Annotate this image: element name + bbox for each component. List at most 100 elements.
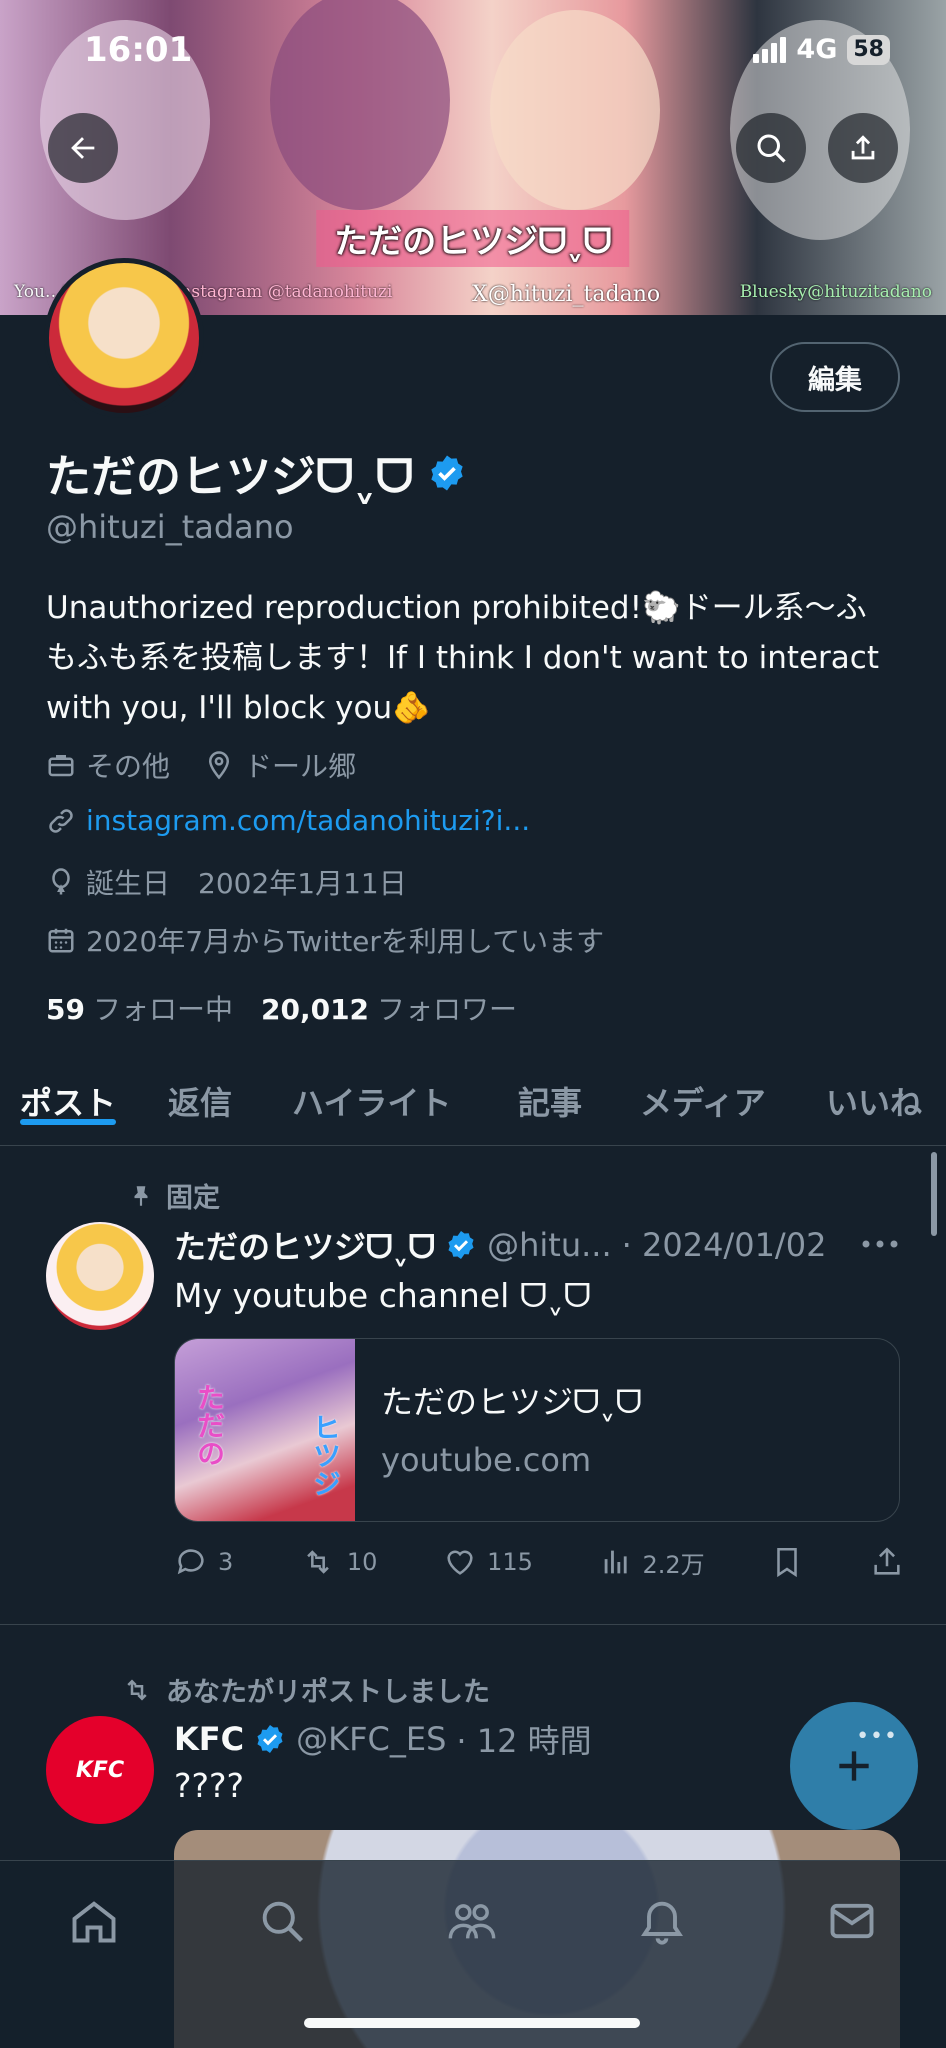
link-preview-card[interactable]: ただの ヒツジ ただのヒツジᗜˬᗜ youtube.com: [174, 1338, 900, 1522]
following-link[interactable]: 59 フォロー中: [46, 988, 233, 1028]
status-time: 16:01: [84, 30, 193, 70]
tab-media[interactable]: メディア: [640, 1060, 766, 1124]
profile-meta-row: その他 ドール郷: [46, 745, 356, 785]
nav-messages[interactable]: [822, 1891, 882, 1951]
heart-icon: [447, 1550, 473, 1575]
bookmark-icon[interactable]: [770, 1545, 804, 1579]
plus-icon: [839, 1751, 869, 1781]
back-button[interactable]: [48, 113, 118, 183]
profile-birthday-row: 誕生日 2002年1月11日: [46, 862, 407, 902]
profile-website-link[interactable]: instagram.com/tadanohituzi?i...: [86, 804, 530, 837]
repost-author-handle: @KFC_ES: [296, 1720, 447, 1758]
profile-website-row[interactable]: instagram.com/tadanohituzi?i...: [46, 804, 530, 837]
share-icon: [851, 135, 875, 160]
repost-icon: [127, 1678, 147, 1701]
verified-badge-icon[interactable]: [427, 453, 467, 493]
repost-button[interactable]: 10: [299, 1545, 378, 1579]
nav-search[interactable]: [252, 1891, 312, 1951]
pinned-indicator: 固定: [128, 1176, 220, 1215]
pin-icon: [134, 1185, 148, 1206]
followers-count: 20,012: [260, 993, 370, 1026]
post-avatar[interactable]: [46, 1222, 154, 1330]
profile-avatar[interactable]: [44, 258, 204, 418]
profile-location: ドール郷: [244, 750, 357, 783]
banner-handle-bluesky: Bluesky@hituzitadano: [739, 282, 932, 302]
briefcase-icon: [48, 755, 74, 777]
post-date: · 2024/01/02: [621, 1226, 827, 1264]
tab-highlights[interactable]: ハイライト: [292, 1060, 451, 1124]
repost-indicator: あなたがリポストしました: [120, 1670, 490, 1709]
profile-tabs: ポスト 返信 ハイライト 記事 メディア いいね: [0, 1060, 946, 1146]
followers-link[interactable]: 20,012 フォロワー: [261, 988, 517, 1028]
profile-joined: 2020年7月からTwitterを利用しています: [86, 925, 605, 958]
profile-handle: @hituzi_tadano: [46, 508, 294, 546]
bell-icon: [641, 1901, 683, 1945]
communities-icon: [448, 1904, 496, 1939]
pinned-post-header: ただのヒツジᗜˬᗜ @hitu... · 2024/01/02: [174, 1222, 826, 1268]
compose-button[interactable]: •••: [790, 1702, 918, 1830]
profile-name: ただのヒツジᗜˬᗜ: [46, 440, 467, 505]
repost-text: ????: [174, 1766, 245, 1805]
link-icon: [49, 808, 73, 833]
repost-header: KFC @KFC_ES · 12 時間: [174, 1716, 592, 1762]
reply-button[interactable]: 3: [174, 1545, 233, 1579]
signal-icon: [753, 36, 787, 63]
balloon-icon: [52, 868, 70, 895]
pinned-label: 固定: [166, 1183, 220, 1214]
nav-home[interactable]: [64, 1891, 124, 1951]
nav-communities[interactable]: [442, 1891, 502, 1951]
tab-articles[interactable]: 記事: [518, 1060, 582, 1124]
post-actions: 3 10 115 2.2万: [174, 1540, 904, 1584]
edit-profile-button[interactable]: 編集: [770, 342, 900, 412]
more-options-icon[interactable]: [858, 1232, 902, 1256]
mail-icon: [830, 1903, 874, 1939]
verified-badge-icon: [257, 1725, 283, 1753]
repost-count: 10: [346, 1548, 378, 1576]
post-author-name[interactable]: ただのヒツジᗜˬᗜ: [174, 1222, 435, 1268]
calendar-icon: [48, 928, 74, 953]
home-indicator: [304, 2018, 640, 2028]
link-preview-domain: youtube.com: [381, 1441, 592, 1479]
battery-icon: 58: [847, 34, 890, 65]
following-count: 59: [46, 993, 85, 1026]
views-count: 2.2万: [642, 1550, 705, 1579]
status-bar: 16:01 4G 58: [0, 30, 946, 74]
thumb-text-left: ただの: [193, 1383, 226, 1467]
share-button[interactable]: [828, 113, 898, 183]
location-pin-icon: [209, 751, 230, 780]
link-preview-title: ただのヒツジᗜˬᗜ: [381, 1383, 643, 1421]
profile-name-text: ただのヒツジᗜˬᗜ: [46, 450, 414, 503]
kfc-avatar[interactable]: KFC: [46, 1716, 154, 1824]
nav-notifications[interactable]: [632, 1891, 692, 1951]
views-icon: [604, 1550, 627, 1574]
scrollbar[interactable]: [931, 1152, 937, 1236]
tab-replies[interactable]: 返信: [168, 1060, 232, 1124]
kfc-logo-text: KFC: [75, 1757, 125, 1783]
tab-likes[interactable]: いいね: [826, 1060, 922, 1124]
repost-label: あなたがリポストしました: [166, 1677, 490, 1708]
home-icon: [72, 1901, 116, 1943]
banner-handle-x: X@hituzi_tadano: [472, 282, 661, 307]
share-icon[interactable]: [870, 1545, 904, 1579]
tab-posts[interactable]: ポスト: [20, 1060, 117, 1125]
repost-icon: [307, 1550, 329, 1574]
views-button[interactable]: 2.2万: [599, 1545, 705, 1580]
post-text: My youtube channel ᗜˬᗜ: [174, 1276, 592, 1315]
banner-caption: ただのヒツジᗜˬᗜ: [316, 210, 630, 267]
search-icon: [262, 1901, 304, 1943]
repost-author-name[interactable]: KFC: [174, 1720, 244, 1758]
verified-badge-icon: [448, 1231, 474, 1259]
thumb-text-right: ヒツジ: [309, 1413, 342, 1497]
like-button[interactable]: 115: [443, 1545, 533, 1579]
profile-birthday: 誕生日 2002年1月11日: [86, 867, 407, 900]
followers-label: フォロワー: [377, 993, 518, 1026]
reply-count: 3: [218, 1548, 234, 1576]
like-count: 115: [487, 1548, 533, 1576]
repost-time: · 12 時間: [456, 1722, 592, 1760]
more-dots-icon: •••: [856, 1724, 898, 1749]
following-label: フォロー中: [92, 993, 233, 1026]
post-author-handle: @hitu...: [487, 1226, 612, 1264]
search-button[interactable]: [736, 113, 806, 183]
arrow-left-icon: [71, 137, 95, 159]
link-preview-thumbnail: ただの ヒツジ: [175, 1339, 355, 1521]
